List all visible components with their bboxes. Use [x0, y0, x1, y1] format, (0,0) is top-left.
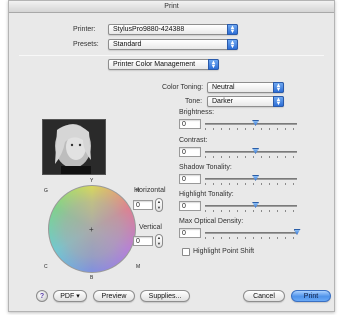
- wheel-label-m: M: [136, 264, 141, 270]
- brightness-track[interactable]: [205, 123, 297, 125]
- window-title: Print: [9, 1, 334, 13]
- presets-label: Presets:: [73, 41, 99, 48]
- highlight-tonality-field[interactable]: 0: [179, 201, 201, 211]
- presets-value: Standard: [113, 41, 142, 48]
- vertical-label: Vertical: [139, 224, 162, 231]
- printer-label: Printer:: [73, 26, 96, 33]
- preview-button[interactable]: Preview: [93, 290, 135, 302]
- print-button[interactable]: Print: [291, 290, 331, 302]
- max-optical-density-label: Max Optical Density:: [179, 218, 244, 225]
- highlight-point-shift-checkbox[interactable]: [182, 248, 190, 256]
- updown-arrows-icon: ▲ ▼: [227, 39, 238, 50]
- highlight-tonality-ticks: [205, 210, 297, 212]
- highlight-point-shift-label: Highlight Point Shift: [193, 248, 255, 255]
- highlight-tonality-track[interactable]: [205, 205, 297, 207]
- horizontal-field[interactable]: 0: [133, 200, 153, 210]
- brightness-ticks: [205, 128, 297, 130]
- wheel-label-g: G: [44, 188, 48, 194]
- max-optical-density-track[interactable]: [205, 232, 297, 234]
- shadow-tonality-field[interactable]: 0: [179, 174, 201, 184]
- updown-arrows-icon: ▲ ▼: [273, 96, 284, 107]
- brightness-field[interactable]: 0: [179, 119, 201, 129]
- wheel-label-y: Y: [90, 178, 94, 184]
- cancel-button[interactable]: Cancel: [243, 290, 285, 302]
- portrait-photo: [43, 120, 105, 174]
- brightness-label: Brightness:: [179, 109, 215, 116]
- presets-popup[interactable]: Standard ▲ ▼: [108, 39, 238, 50]
- supplies-button[interactable]: Supplies...: [140, 290, 190, 302]
- max-optical-density-field[interactable]: 0: [179, 228, 201, 238]
- contrast-label: Contrast:: [179, 137, 208, 144]
- wheel-label-b: B: [90, 275, 94, 281]
- wheel-label-c: C: [44, 264, 48, 270]
- shadow-tonality-ticks: [205, 183, 297, 185]
- tone-label: Tone:: [185, 98, 203, 105]
- color-wheel[interactable]: +: [48, 185, 136, 273]
- shadow-tonality-track[interactable]: [205, 178, 297, 180]
- max-optical-density-ticks: [205, 237, 297, 239]
- color-toning-label: Color Toning:: [162, 84, 204, 91]
- tone-value: Darker: [212, 98, 234, 105]
- crosshair-icon: +: [89, 225, 94, 234]
- divider: [19, 55, 324, 56]
- pdf-button[interactable]: PDF ▾: [53, 290, 87, 302]
- printer-popup[interactable]: StylusPro9880-424388 ▲ ▼: [108, 24, 238, 35]
- horizontal-label: Horizontal: [134, 187, 166, 194]
- horizontal-stepper-arrows-icon[interactable]: ▲ ▼: [155, 198, 163, 212]
- preview-image: [42, 119, 106, 175]
- contrast-field[interactable]: 0: [179, 147, 201, 157]
- vertical-stepper-arrows-icon[interactable]: ▲ ▼: [155, 234, 163, 248]
- tone-popup[interactable]: Darker ▲ ▼: [207, 96, 284, 107]
- vertical-field[interactable]: 0: [133, 236, 153, 246]
- highlight-tonality-label: Highlight Tonality:: [179, 191, 234, 198]
- updown-arrows-icon: ▲ ▼: [273, 82, 284, 93]
- panel-popup[interactable]: Printer Color Management ▲ ▼: [108, 59, 219, 70]
- panel-value: Printer Color Management: [113, 61, 196, 68]
- contrast-ticks: [205, 156, 297, 158]
- contrast-track[interactable]: [205, 151, 297, 153]
- print-dialog: Print Printer: StylusPro9880-424388 ▲ ▼ P…: [8, 0, 335, 312]
- color-toning-popup[interactable]: Neutral ▲ ▼: [207, 82, 284, 93]
- updown-arrows-icon: ▲ ▼: [227, 24, 238, 35]
- printer-value: StylusPro9880-424388: [113, 26, 185, 33]
- help-icon[interactable]: ?: [36, 290, 48, 302]
- updown-arrows-icon: ▲ ▼: [208, 59, 219, 70]
- shadow-tonality-label: Shadow Tonality:: [179, 164, 232, 171]
- color-toning-value: Neutral: [212, 84, 235, 91]
